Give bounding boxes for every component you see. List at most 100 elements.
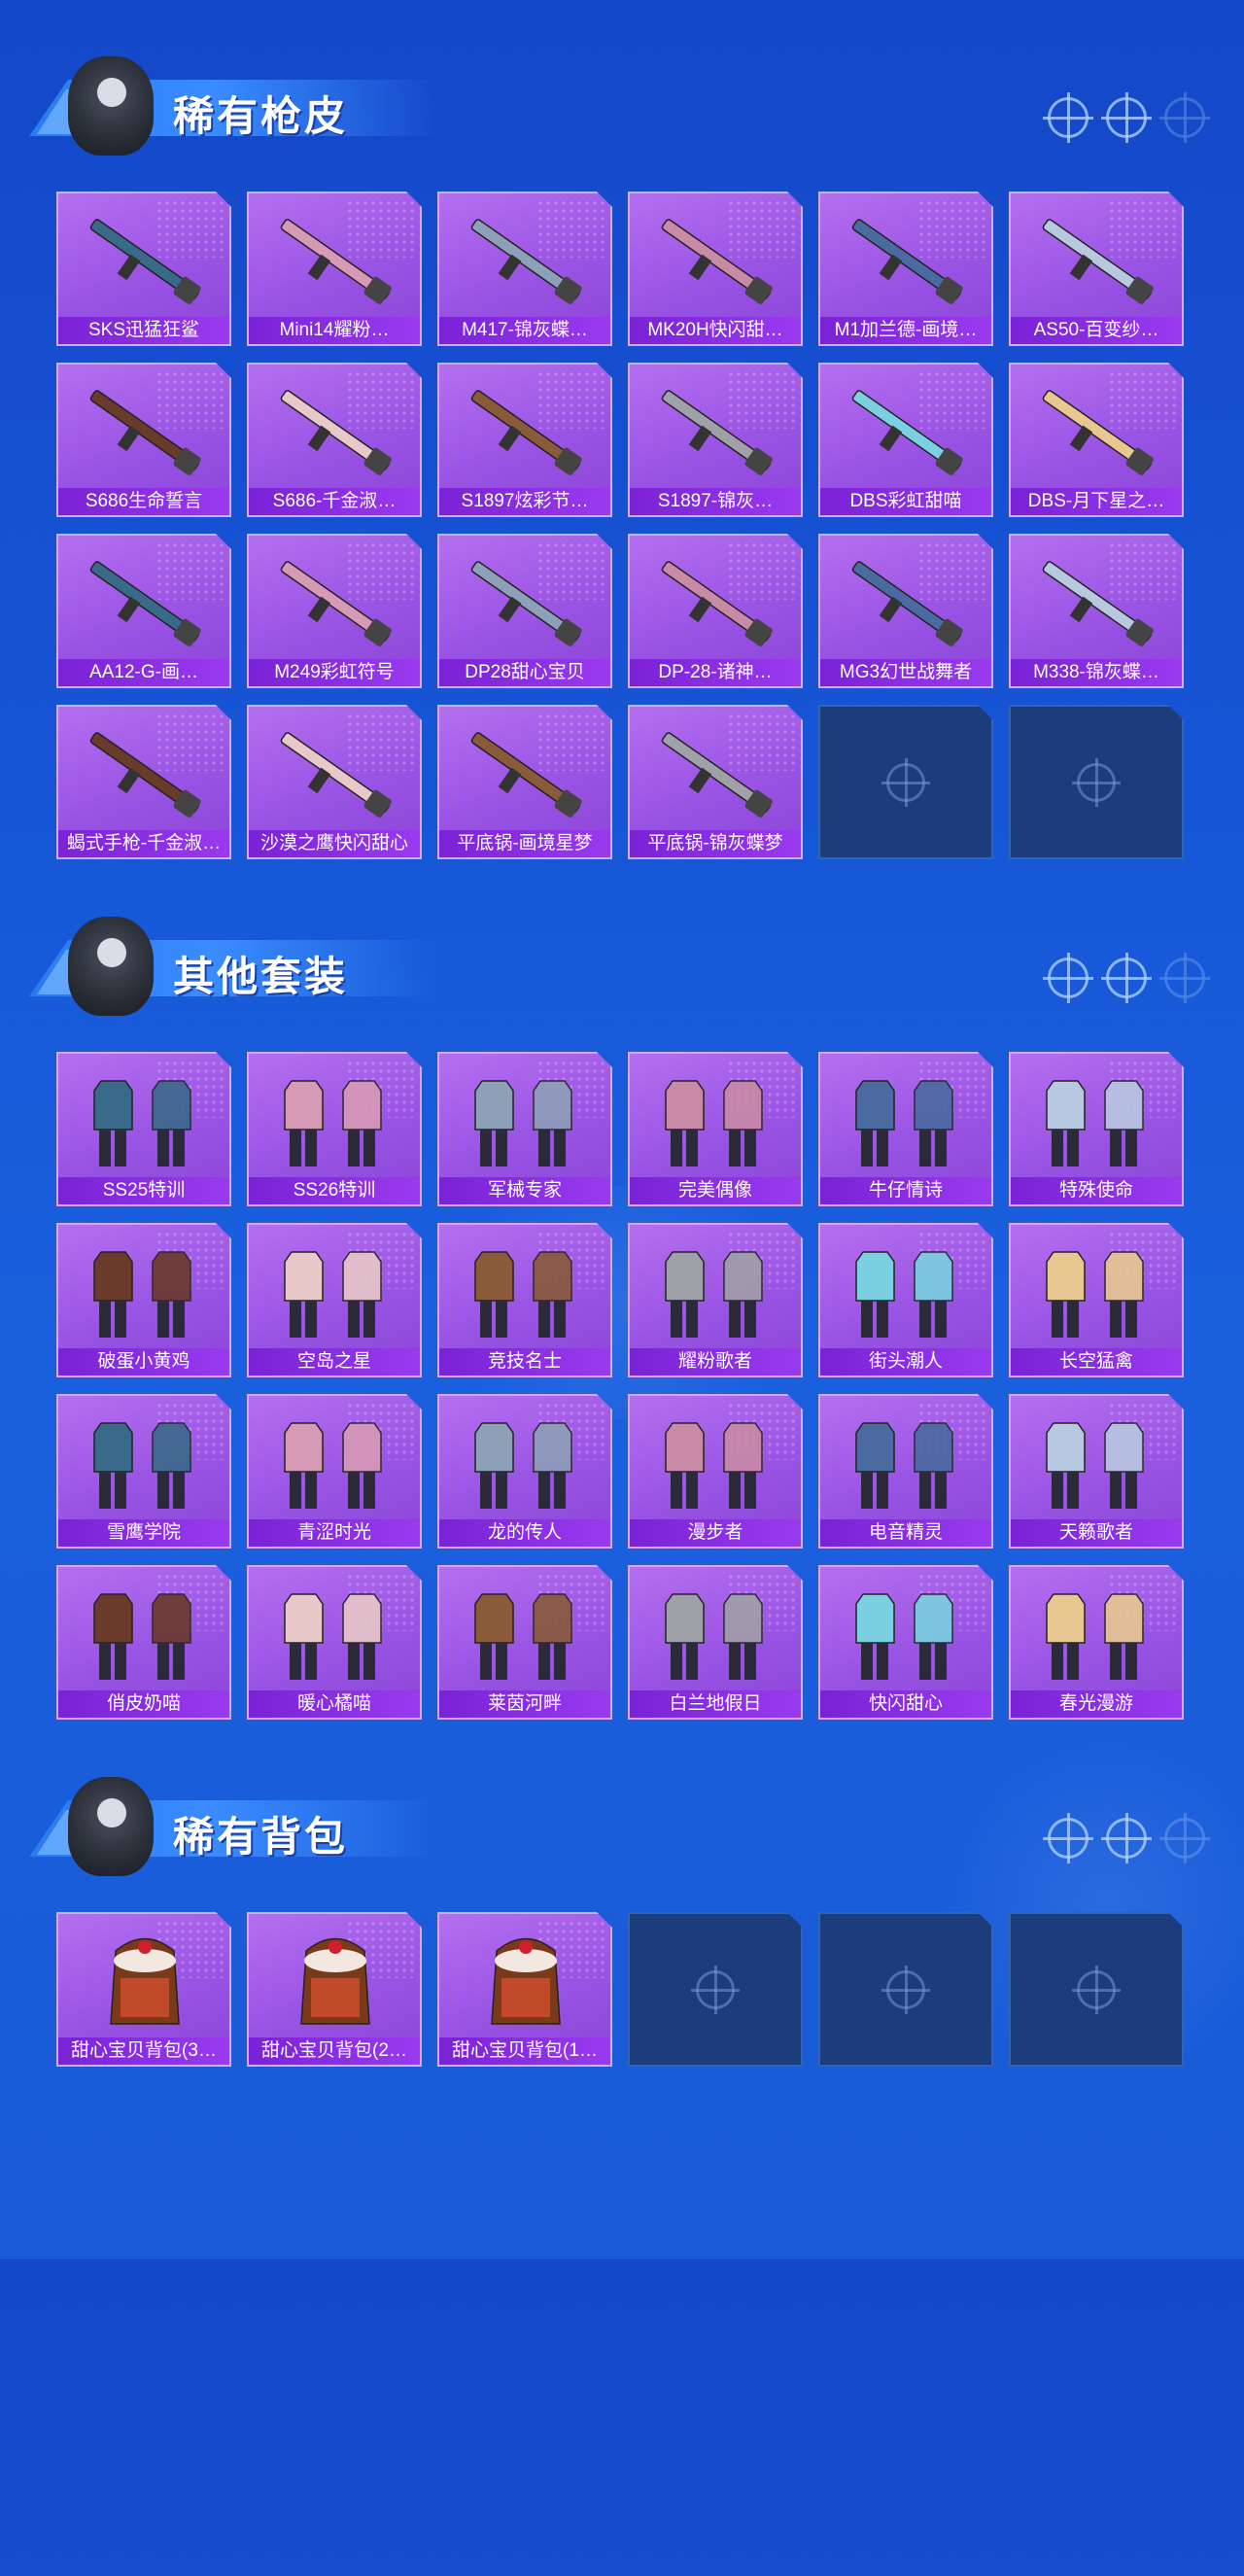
gun-item-card[interactable]: S1897-锦灰… [628,363,803,517]
crosshair-icon [1077,763,1116,802]
item-name: DP-28-诸神… [630,659,801,686]
outfit-item-card[interactable]: 耀粉歌者 [628,1223,803,1377]
gun-item-card[interactable]: M249彩虹符号 [247,534,422,688]
outfit-item-card[interactable]: 长空猛禽 [1009,1223,1184,1377]
outfit-image [72,1071,218,1168]
outfit-image [1024,1071,1170,1168]
gun-item-card[interactable]: MK20H快闪甜… [628,191,803,346]
gun-item-card[interactable]: S686-千金淑… [247,363,422,517]
gun-item-card[interactable]: 蝎式手枪-千金淑… [56,705,231,859]
gun-image [1024,382,1170,479]
outfit-item-card[interactable]: SS26特训 [247,1052,422,1206]
bag-item-card[interactable]: 甜心宝贝背包(3… [56,1912,231,2067]
outfit-item-card[interactable]: 牛仔情诗 [818,1052,993,1206]
crosshair-icon [1043,92,1093,143]
outfit-item-card[interactable]: 白兰地假日 [628,1565,803,1720]
gun-image [643,382,789,479]
gun-item-card[interactable]: MG3幻世战舞者 [818,534,993,688]
gun-item-card[interactable]: Mini14耀粉… [247,191,422,346]
item-name: 沙漠之鹰快闪甜心 [249,830,420,857]
outfit-item-card[interactable]: 竞技名士 [437,1223,612,1377]
gun-item-card[interactable]: M1加兰德-画境… [818,191,993,346]
outfit-item-card[interactable]: 莱茵河畔 [437,1565,612,1720]
empty-slot [818,1912,993,2067]
outfit-item-card[interactable]: 破蛋小黄鸡 [56,1223,231,1377]
item-name: 牛仔情诗 [820,1177,991,1204]
outfit-item-card[interactable]: 空岛之星 [247,1223,422,1377]
item-name: 蝎式手枪-千金淑… [58,830,229,857]
gun-item-card[interactable]: 沙漠之鹰快闪甜心 [247,705,422,859]
gun-image [72,553,218,650]
gun-image [1024,211,1170,308]
item-name: AS50-百变纱… [1011,317,1182,344]
outfit-image [834,1413,980,1511]
item-name: 龙的传人 [439,1519,610,1547]
outfit-item-card[interactable]: 龙的传人 [437,1394,612,1549]
item-name: 街头潮人 [820,1348,991,1375]
outfit-item-card[interactable]: 春光漫游 [1009,1565,1184,1720]
item-name: DBS彩虹甜喵 [820,488,991,515]
outfit-item-card[interactable]: SS25特训 [56,1052,231,1206]
outfit-item-card[interactable]: 快闪甜心 [818,1565,993,1720]
mascot-icon [68,56,154,156]
item-name: 雪鹰学院 [58,1519,229,1547]
gun-image [453,724,599,821]
section-title: 其他套装 [173,954,349,999]
outfit-item-card[interactable]: 电音精灵 [818,1394,993,1549]
section-title: 稀有背包 [173,1814,349,1860]
gun-item-card[interactable]: M417-锦灰蝶… [437,191,612,346]
outfit-image [453,1413,599,1511]
gun-item-card[interactable]: AS50-百变纱… [1009,191,1184,346]
section-header: 稀有枪皮 [29,49,447,165]
outfit-item-card[interactable]: 特殊使命 [1009,1052,1184,1206]
item-name: 甜心宝贝背包(2… [249,2037,420,2065]
outfit-item-card[interactable]: 青涩时光 [247,1394,422,1549]
gun-item-card[interactable]: 平底锅-锦灰蝶梦 [628,705,803,859]
item-name: Mini14耀粉… [249,317,420,344]
outfit-image [262,1413,408,1511]
item-name: 天籁歌者 [1011,1519,1182,1547]
gun-item-card[interactable]: S1897炫彩节… [437,363,612,517]
gun-item-card[interactable]: DP-28-诸神… [628,534,803,688]
crosshair-icon [696,1970,735,2009]
outfit-item-card[interactable]: 街头潮人 [818,1223,993,1377]
gun-image [834,211,980,308]
crosshair-icon [1101,953,1152,1003]
gun-item-card[interactable]: AA12-G-画… [56,534,231,688]
gun-item-card[interactable]: 平底锅-画境星梦 [437,705,612,859]
gun-item-card[interactable]: M338-锦灰蝶… [1009,534,1184,688]
outfit-item-card[interactable]: 军械专家 [437,1052,612,1206]
crosshair-icon [1043,953,1093,1003]
item-name: 特殊使命 [1011,1177,1182,1204]
bag-item-card[interactable]: 甜心宝贝背包(2… [247,1912,422,2067]
gun-item-card[interactable]: SKS迅猛狂鲨 [56,191,231,346]
outfit-item-card[interactable]: 漫步者 [628,1394,803,1549]
gun-image [643,211,789,308]
item-name: S686-千金淑… [249,488,420,515]
gun-item-card[interactable]: DBS彩虹甜喵 [818,363,993,517]
gun-item-card[interactable]: DP28甜心宝贝 [437,534,612,688]
gun-item-card[interactable]: DBS-月下星之… [1009,363,1184,517]
item-name: M338-锦灰蝶… [1011,659,1182,686]
bag-image [262,1932,408,2029]
outfit-image [834,1242,980,1340]
item-name: 平底锅-锦灰蝶梦 [630,830,801,857]
outfit-item-card[interactable]: 天籁歌者 [1009,1394,1184,1549]
item-grid: SS25特训 SS26特训 军械专家 完美偶像 牛仔情诗 特殊使命破蛋小黄鸡 空岛之星 竞技名… [56,1052,1184,1720]
gun-image [262,553,408,650]
outfit-item-card[interactable]: 暖心橘喵 [247,1565,422,1720]
gun-item-card[interactable]: S686生命誓言 [56,363,231,517]
outfit-item-card[interactable]: 俏皮奶喵 [56,1565,231,1720]
item-name: S686生命誓言 [58,488,229,515]
item-name: 莱茵河畔 [439,1690,610,1718]
gun-image [1024,553,1170,650]
outfit-image [1024,1413,1170,1511]
outfit-item-card[interactable]: 雪鹰学院 [56,1394,231,1549]
outfit-image [453,1071,599,1168]
empty-slot [818,705,993,859]
outfit-image [1024,1242,1170,1340]
bag-item-card[interactable]: 甜心宝贝背包(1… [437,1912,612,2067]
item-name: 白兰地假日 [630,1690,801,1718]
bag-image [453,1932,599,2029]
outfit-item-card[interactable]: 完美偶像 [628,1052,803,1206]
